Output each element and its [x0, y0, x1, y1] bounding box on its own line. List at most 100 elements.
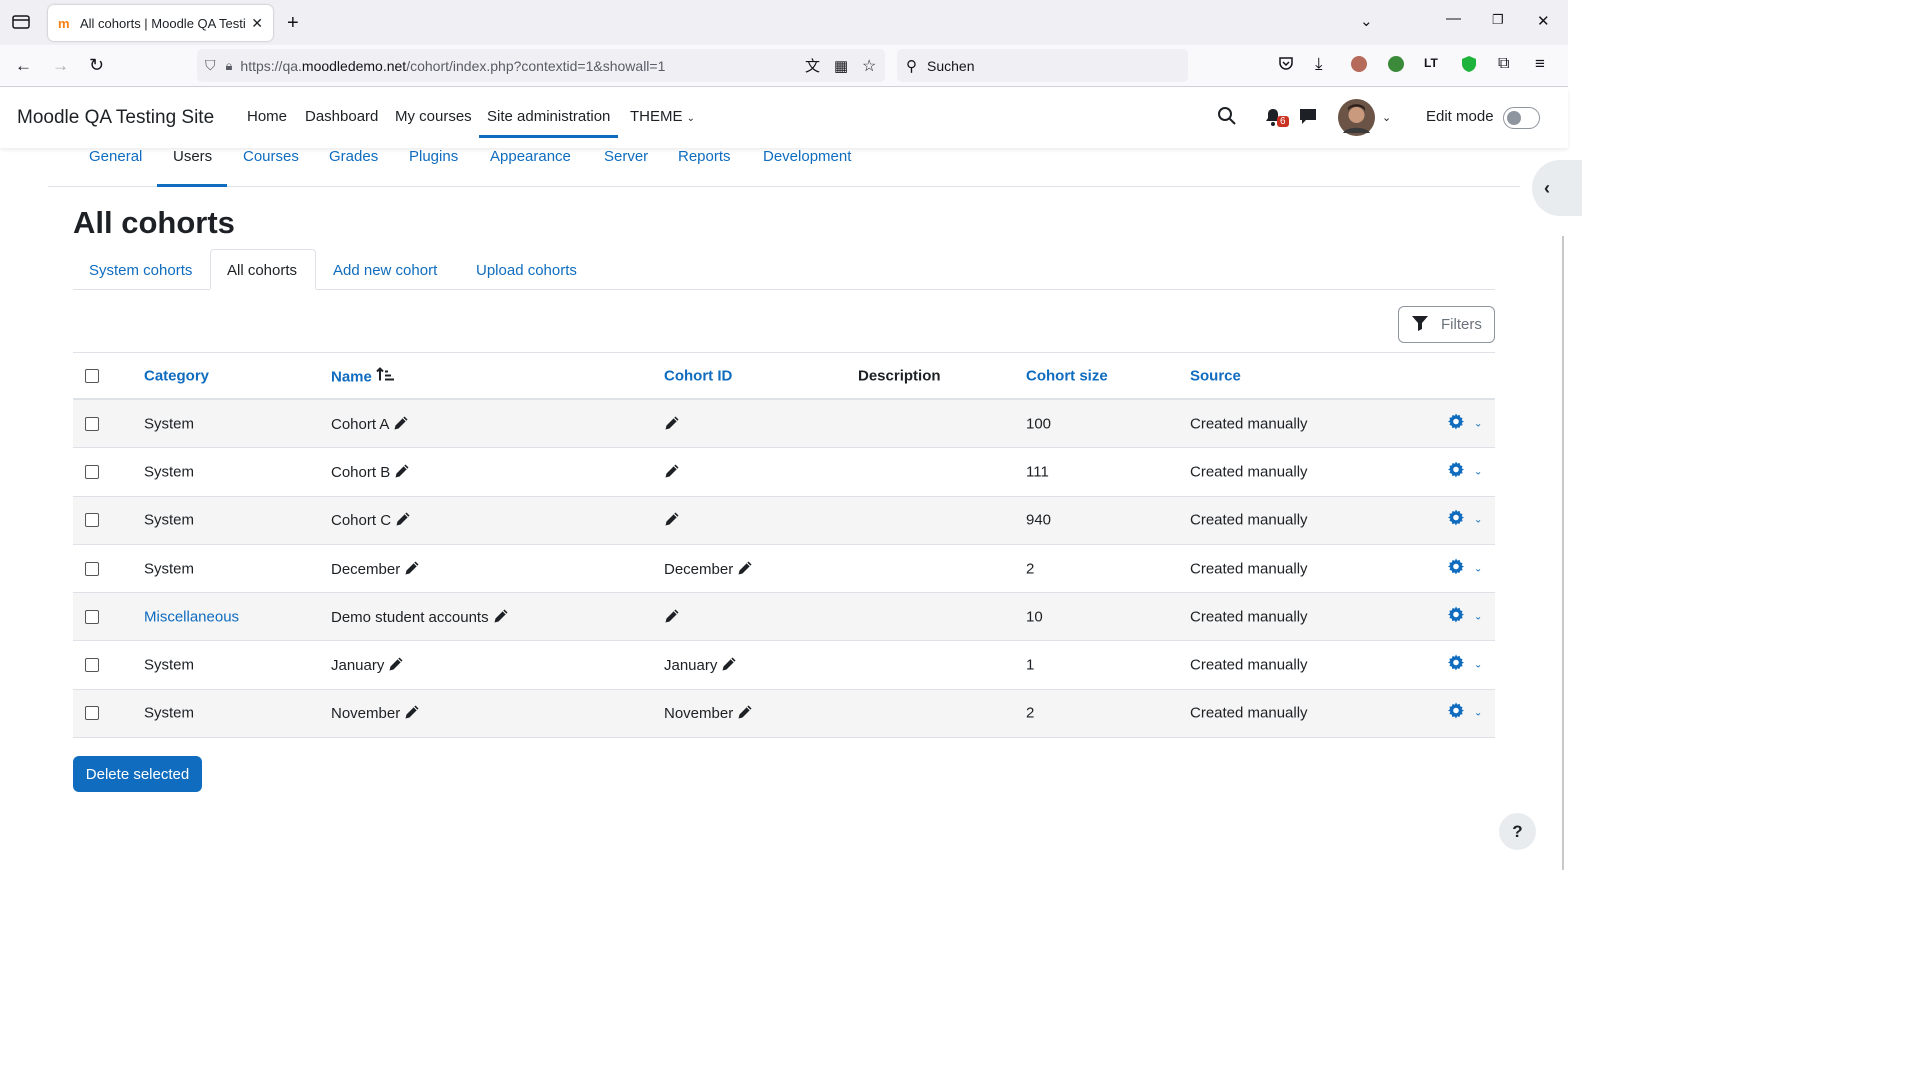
filters-button[interactable]: Filters: [1398, 306, 1495, 343]
chevron-down-icon[interactable]: ⌄: [1474, 660, 1482, 671]
shield-icon[interactable]: [1461, 55, 1477, 77]
gear-icon[interactable]: [1448, 606, 1464, 627]
edit-pencil-icon[interactable]: [394, 463, 410, 479]
shield-outline-icon[interactable]: ⛉: [205, 57, 216, 74]
category-cell[interactable]: Miscellaneous: [144, 608, 239, 625]
edit-pencil-icon[interactable]: [404, 704, 420, 720]
messages-icon[interactable]: [1299, 108, 1317, 130]
browser-tab-active[interactable]: m All cohorts | Moodle QA Testing ✕: [48, 5, 273, 41]
nav-home[interactable]: Home: [247, 108, 287, 125]
edit-pencil-icon[interactable]: [664, 511, 680, 527]
name-text: Cohort A: [331, 415, 390, 433]
header-category[interactable]: Category: [144, 367, 209, 384]
gear-icon[interactable]: [1448, 413, 1464, 434]
gear-icon[interactable]: [1448, 702, 1464, 724]
header-cohort-size[interactable]: Cohort size: [1026, 367, 1108, 384]
chevron-down-icon[interactable]: ⌄: [1474, 708, 1482, 719]
extension-avatar-icon[interactable]: [1351, 56, 1367, 76]
browser-search-placeholder[interactable]: Suchen: [927, 58, 974, 74]
nav-my-courses[interactable]: My courses: [395, 108, 472, 125]
nav-theme[interactable]: THEME ⌄: [630, 108, 695, 125]
secnav-general[interactable]: General: [89, 148, 142, 165]
scrollbar[interactable]: [1562, 236, 1564, 870]
row-checkbox[interactable]: [85, 416, 99, 431]
qr-icon[interactable]: ▦: [834, 57, 848, 75]
browser-search-bar[interactable]: ⚲ Suchen: [897, 49, 1188, 82]
header-name[interactable]: Name: [331, 366, 395, 385]
languagetool-icon[interactable]: LT: [1424, 56, 1438, 70]
tab-add-new-cohort[interactable]: Add new cohort: [333, 262, 437, 279]
lock-icon[interactable]: 🔒︎: [226, 58, 233, 74]
edit-pencil-icon[interactable]: [388, 656, 404, 672]
gear-icon[interactable]: [1448, 558, 1464, 579]
edit-pencil-icon[interactable]: [737, 560, 753, 576]
secnav-appearance[interactable]: Appearance: [490, 148, 571, 165]
gear-icon[interactable]: [1448, 654, 1464, 676]
header-source[interactable]: Source: [1190, 367, 1241, 384]
chevron-down-icon[interactable]: ⌄: [1474, 418, 1482, 429]
edit-pencil-icon[interactable]: [493, 608, 509, 624]
extensions-puzzle-icon[interactable]: ⧉: [1498, 55, 1509, 73]
edit-pencil-icon[interactable]: [395, 511, 411, 527]
chevron-down-icon[interactable]: ⌄: [1360, 12, 1373, 30]
search-icon[interactable]: [1217, 106, 1237, 131]
close-window-icon[interactable]: ✕: [1537, 12, 1550, 30]
tab-list-icon[interactable]: [12, 13, 30, 33]
secnav-grades[interactable]: Grades: [329, 148, 378, 165]
chevron-down-icon[interactable]: ⌄: [1474, 515, 1482, 526]
tab-system-cohorts[interactable]: System cohorts: [89, 262, 192, 279]
drawer-toggle[interactable]: ‹: [1532, 160, 1582, 216]
row-checkbox[interactable]: [85, 561, 99, 576]
close-tab-icon[interactable]: ✕: [251, 15, 263, 32]
chevron-down-icon[interactable]: ⌄: [1474, 611, 1482, 622]
tab-upload-cohorts[interactable]: Upload cohorts: [476, 262, 577, 279]
secnav-development[interactable]: Development: [763, 148, 851, 165]
edit-pencil-icon[interactable]: [664, 608, 680, 624]
header-cohort-id[interactable]: Cohort ID: [664, 367, 732, 384]
chevron-down-icon[interactable]: ⌄: [1474, 563, 1482, 574]
restore-icon[interactable]: ❐: [1492, 12, 1504, 28]
secnav-courses[interactable]: Courses: [243, 148, 299, 165]
edit-pencil-icon[interactable]: [664, 415, 680, 431]
gear-icon[interactable]: [1448, 509, 1464, 531]
help-button[interactable]: ?: [1499, 813, 1536, 850]
translate-icon[interactable]: 文: [805, 55, 820, 76]
back-icon[interactable]: ←: [15, 56, 32, 76]
edit-mode-toggle[interactable]: [1503, 107, 1540, 129]
select-all-checkbox[interactable]: [85, 368, 99, 383]
url-bar[interactable]: ⛉ 🔒︎ https://qa.moodledemo.net/cohort/in…: [197, 49, 885, 82]
pocket-icon[interactable]: [1278, 55, 1294, 75]
row-checkbox[interactable]: [85, 513, 99, 528]
delete-selected-button[interactable]: Delete selected: [73, 756, 202, 792]
edit-pencil-icon[interactable]: [393, 415, 409, 431]
minimize-icon[interactable]: —: [1446, 10, 1461, 27]
edit-pencil-icon[interactable]: [737, 704, 753, 720]
site-name[interactable]: Moodle QA Testing Site: [17, 107, 214, 129]
forward-icon[interactable]: →: [52, 56, 69, 76]
edit-pencil-icon[interactable]: [664, 463, 680, 479]
download-icon[interactable]: ⤓: [1315, 54, 1323, 74]
edit-pencil-icon[interactable]: [404, 560, 420, 576]
secnav-plugins[interactable]: Plugins: [409, 148, 458, 165]
chevron-down-icon[interactable]: ⌄: [1382, 111, 1391, 124]
nav-site-administration[interactable]: Site administration: [478, 108, 619, 138]
row-checkbox[interactable]: [85, 464, 99, 479]
nav-dashboard[interactable]: Dashboard: [305, 108, 378, 125]
tab-all-cohorts[interactable]: All cohorts: [227, 262, 297, 279]
secnav-users[interactable]: Users: [173, 148, 212, 165]
new-tab-icon[interactable]: +: [287, 12, 299, 35]
secnav-server[interactable]: Server: [604, 148, 648, 165]
bookmark-star-icon[interactable]: ☆: [862, 56, 876, 76]
gear-icon[interactable]: [1448, 461, 1464, 482]
edit-pencil-icon[interactable]: [721, 656, 737, 672]
secnav-reports[interactable]: Reports: [678, 148, 731, 165]
row-checkbox[interactable]: [85, 706, 99, 721]
reload-icon[interactable]: ↻: [89, 55, 104, 76]
menu-icon[interactable]: ≡: [1535, 54, 1545, 74]
extension-green-icon[interactable]: [1388, 56, 1404, 76]
avatar[interactable]: [1338, 99, 1375, 141]
chevron-down-icon[interactable]: ⌄: [1474, 466, 1482, 477]
row-checkbox[interactable]: [85, 609, 99, 624]
url-text[interactable]: https://qa.moodledemo.net/cohort/index.p…: [240, 58, 665, 74]
row-checkbox[interactable]: [85, 658, 99, 673]
